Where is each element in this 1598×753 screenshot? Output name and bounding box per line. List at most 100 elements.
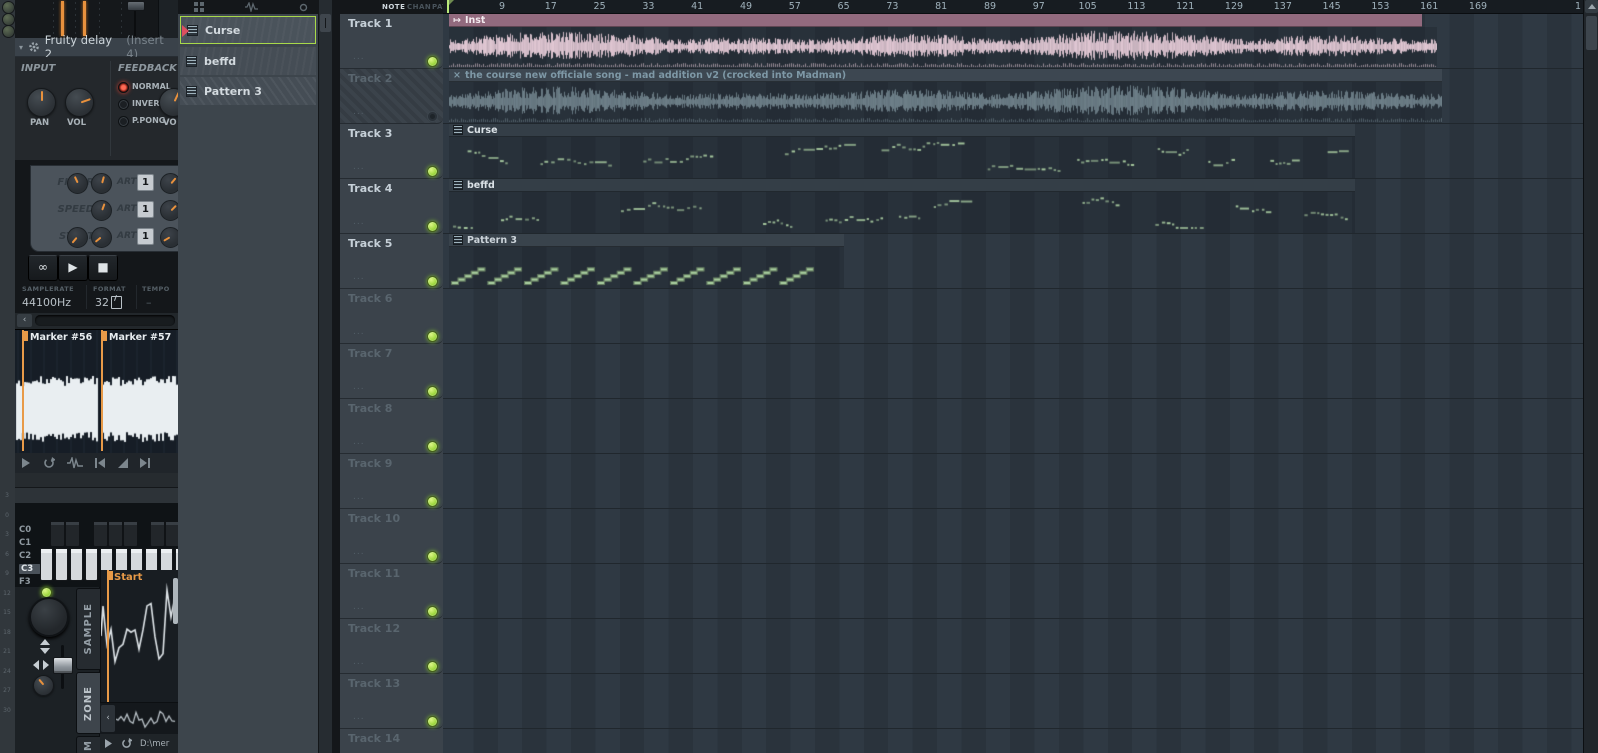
track-header-7[interactable]: Track 7... <box>340 344 443 399</box>
tab-sample[interactable]: SAMPLE <box>76 588 101 670</box>
playlist-vscrollbar[interactable] <box>1583 0 1598 753</box>
mode-label-chan[interactable]: CHAN <box>407 3 431 11</box>
clip-header[interactable]: ↦ Inst <box>449 14 1422 27</box>
mode-label-note[interactable]: NOTE <box>382 3 405 11</box>
key-octave-label-c0[interactable]: C0 <box>19 525 41 535</box>
white-key[interactable] <box>55 548 68 581</box>
spin-up-icon[interactable] <box>40 639 50 645</box>
track-mute-led[interactable] <box>427 386 438 397</box>
feedback-mode-radio-normal[interactable] <box>118 82 129 93</box>
marker-line[interactable] <box>22 330 24 451</box>
zone-slider-handle[interactable] <box>53 657 73 674</box>
track-mute-led[interactable] <box>427 496 438 507</box>
track-header-10[interactable]: Track 10... <box>340 509 443 564</box>
track-mute-led[interactable] <box>427 606 438 617</box>
clip-body[interactable] <box>449 82 1442 123</box>
track-mute-led[interactable] <box>427 166 438 177</box>
articulation-value-box[interactable]: 1 <box>137 201 154 218</box>
clip-list-icon[interactable] <box>453 125 463 135</box>
browser-path[interactable]: D:\mer <box>140 739 169 749</box>
clip-body[interactable] <box>449 137 1355 178</box>
fader-level-bar[interactable] <box>83 1 86 36</box>
track-header-9[interactable]: Track 9... <box>340 454 443 509</box>
track-header-6[interactable]: Track 6... <box>340 289 443 344</box>
track-header-2[interactable]: Track 2... <box>340 69 443 124</box>
ramp-icon[interactable] <box>118 458 128 468</box>
vol-knob[interactable] <box>65 88 94 117</box>
scroll-left-button[interactable]: ‹ <box>17 314 32 327</box>
track-mute-led[interactable] <box>427 331 438 342</box>
key-octave-label-f3[interactable]: F3 <box>19 577 41 587</box>
feedback-mode-radio-p.pong[interactable] <box>118 116 129 127</box>
pattern-scrollbar[interactable] <box>318 0 333 753</box>
play-icon[interactable] <box>22 458 31 468</box>
arrow-right-icon[interactable] <box>43 660 49 670</box>
zone-small-knob[interactable] <box>33 675 54 696</box>
gear-icon[interactable] <box>28 41 40 53</box>
marker-flag-icon[interactable] <box>103 331 107 341</box>
track-mute-led[interactable] <box>427 716 438 727</box>
clip-header[interactable]: Curse <box>449 124 1355 137</box>
link-icon[interactable] <box>299 3 308 12</box>
sampler-knob[interactable] <box>67 173 88 194</box>
clip-list-icon[interactable] <box>453 180 463 190</box>
clip-audio-icon[interactable]: ↦ <box>453 15 461 26</box>
pattern-list-icon[interactable] <box>186 85 197 97</box>
clip-body[interactable] <box>449 247 844 288</box>
black-key[interactable] <box>150 521 165 547</box>
track-mute-led[interactable] <box>427 111 438 122</box>
pattern-scroll-thumb[interactable] <box>320 14 331 32</box>
fader-handle[interactable] <box>127 1 145 11</box>
wave-view-icon[interactable] <box>245 2 259 12</box>
track-mute-led[interactable] <box>427 551 438 562</box>
clip-stairs-4[interactable]: Pattern 3 <box>449 234 844 288</box>
clip-muted-icon[interactable]: × <box>453 70 461 81</box>
spin-down-icon[interactable] <box>40 648 50 654</box>
format-value[interactable]: 32 <box>95 296 109 309</box>
track-header-12[interactable]: Track 12... <box>340 619 443 674</box>
pattern-item-beffd[interactable]: beffd <box>180 47 316 75</box>
white-key[interactable] <box>70 548 83 581</box>
playlist-timeline-ruler[interactable]: 9 17 25 33 41 49 57 65 73 81 89 97 105 113 121 129 137 14… <box>443 0 1583 14</box>
loop-button[interactable]: ∞ <box>28 255 58 281</box>
playlist-grid[interactable]: ↦ Inst × the course new officiale song - ma… <box>443 14 1583 753</box>
articulation-value-box[interactable]: 1 <box>137 174 154 191</box>
feedback-vol-knob[interactable] <box>159 88 178 117</box>
black-key[interactable] <box>50 521 65 547</box>
pan-knob[interactable] <box>27 88 56 117</box>
track-mute-led[interactable] <box>427 276 438 287</box>
playhead-marker[interactable] <box>447 0 454 13</box>
fader-level-bar[interactable] <box>61 1 64 36</box>
sampler-knob[interactable] <box>91 173 112 194</box>
pattern-list-icon[interactable] <box>186 55 197 67</box>
track-header-3[interactable]: Track 3... <box>340 124 443 179</box>
grid-view-icon[interactable] <box>194 2 205 12</box>
track-header-1[interactable]: Track 1... <box>340 14 443 69</box>
start-marker-flag[interactable] <box>109 571 113 580</box>
play-button[interactable]: ▶ <box>58 255 88 281</box>
sample-overview[interactable]: ‹ <box>100 702 178 735</box>
white-key[interactable] <box>85 548 98 581</box>
track-mute-led[interactable] <box>427 661 438 672</box>
sample-start-panel[interactable]: Start <box>100 570 179 702</box>
pattern-item-curse[interactable]: Curse <box>180 16 316 44</box>
track-header-14[interactable]: Track 14... <box>340 729 443 753</box>
start-marker-line[interactable] <box>107 570 109 702</box>
stop-button[interactable]: ■ <box>88 255 118 281</box>
clip-body[interactable] <box>449 192 1355 233</box>
white-key[interactable] <box>40 548 53 581</box>
zone-big-knob[interactable] <box>29 597 69 637</box>
track-header-8[interactable]: Track 8... <box>340 399 443 454</box>
black-key[interactable] <box>108 521 123 547</box>
play-icon[interactable] <box>105 739 113 748</box>
overview-left-button[interactable]: ‹ <box>101 705 115 732</box>
edge-knob-icon[interactable] <box>2 25 15 38</box>
skip-start-icon[interactable] <box>95 458 106 468</box>
clip-body[interactable] <box>449 27 1437 68</box>
track-header-11[interactable]: Track 11... <box>340 564 443 619</box>
tab-m[interactable]: M <box>76 736 101 753</box>
clip-audio-0[interactable]: ↦ Inst <box>449 14 1437 68</box>
key-octave-label-c1[interactable]: C1 <box>19 538 41 548</box>
black-key[interactable] <box>93 521 108 547</box>
plugin-titlebar[interactable]: ▾ Fruity delay 2 (Insert 4) <box>15 33 178 61</box>
